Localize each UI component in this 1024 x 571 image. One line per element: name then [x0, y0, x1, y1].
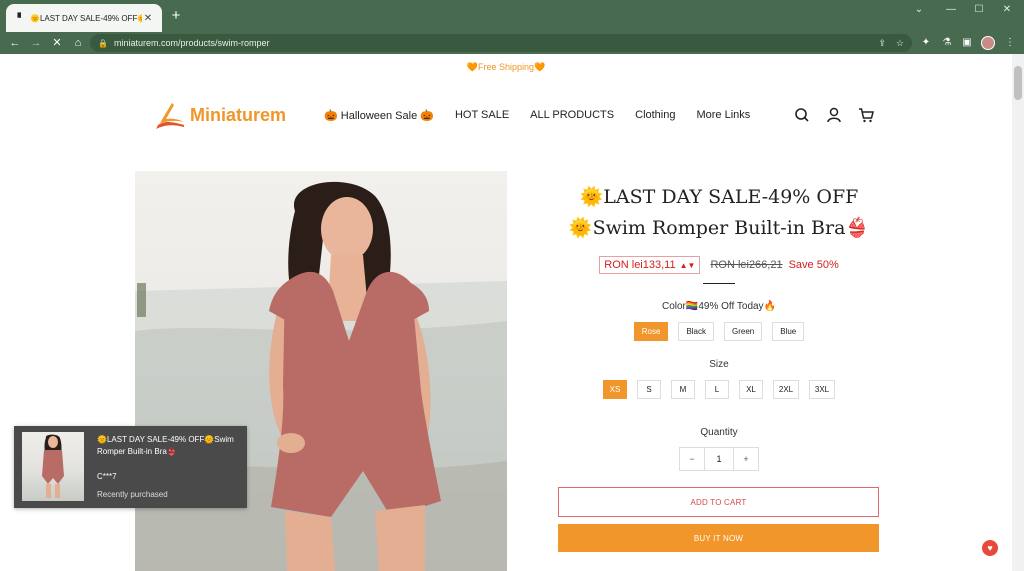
logo-text: Miniaturem: [190, 104, 287, 125]
quantity-input[interactable]: 1: [704, 448, 734, 470]
search-icon[interactable]: [793, 106, 811, 124]
sale-price-box[interactable]: RON lei133,11 ▲▼: [599, 256, 701, 274]
tab-close-icon[interactable]: ✕: [142, 13, 154, 24]
stop-loading-icon[interactable]: ✕: [49, 35, 65, 51]
bookmark-star-icon[interactable]: ☆: [896, 38, 904, 49]
popup-buyer: C***7: [97, 472, 117, 481]
extensions-puzzle-icon[interactable]: ✦: [918, 35, 934, 51]
minimize-button[interactable]: —: [938, 2, 964, 20]
currency-toggle-icon[interactable]: ▲▼: [680, 261, 696, 270]
recent-purchase-popup[interactable]: 🌞LAST DAY SALE-49% OFF🌞Swim Romper Built…: [14, 426, 247, 508]
quantity-stepper: − 1 +: [679, 447, 759, 471]
color-option-green[interactable]: Green: [724, 322, 763, 341]
nav-hot-sale[interactable]: HOT SALE: [455, 109, 509, 122]
size-option-l[interactable]: L: [705, 380, 729, 399]
side-panel-icon[interactable]: ▣: [959, 35, 975, 51]
popup-product-name: 🌞LAST DAY SALE-49% OFF🌞Swim Romper Built…: [97, 435, 234, 456]
cart-icon[interactable]: [857, 106, 875, 124]
color-option-blue[interactable]: Blue: [772, 322, 805, 341]
save-badge: Save 50%: [788, 259, 839, 271]
product-title-line1: 🌞LAST DAY SALE-49% OFF: [579, 186, 859, 208]
url-text: miniaturem.com/products/swim-romper: [113, 38, 270, 48]
product-title: 🌞LAST DAY SALE-49% OFF 🌞Swim Romper Buil…: [560, 182, 878, 244]
color-label: Color🏳️‍🌈49% Off Today🔥: [661, 301, 777, 312]
nav-clothing[interactable]: Clothing: [635, 109, 675, 122]
account-icon[interactable]: [825, 106, 843, 124]
scrollbar-thumb[interactable]: [1014, 66, 1022, 100]
new-tab-button[interactable]: +: [168, 8, 184, 24]
quantity-increase-button[interactable]: +: [734, 448, 758, 470]
nav-halloween-sale[interactable]: 🎃 Halloween Sale 🎃: [324, 109, 434, 122]
site-logo[interactable]: Miniaturem: [154, 98, 286, 132]
size-option-s[interactable]: S: [637, 380, 661, 399]
color-option-rose[interactable]: Rose: [633, 322, 669, 341]
color-options: Rose Black Green Blue: [560, 322, 878, 341]
popup-thumbnail-illustration: [42, 434, 64, 498]
browser-tab[interactable]: ▝ 🌞LAST DAY SALE-49% OFF🌞 ✕: [6, 4, 162, 32]
announcement-bar: 🧡Free Shipping🧡: [466, 62, 546, 72]
size-option-xl[interactable]: XL: [739, 380, 763, 399]
labs-flask-icon[interactable]: ⚗: [939, 35, 955, 51]
browser-tabstrip: ▝ 🌞LAST DAY SALE-49% OFF🌞 ✕ + ⌄ — ☐ ✕: [0, 0, 1024, 32]
site-favicon-icon: ▝: [14, 13, 21, 23]
share-icon[interactable]: ⇪: [878, 38, 886, 49]
size-label: Size: [709, 359, 729, 370]
price-divider: [703, 283, 735, 284]
quantity-label: Quantity: [700, 427, 738, 438]
profile-avatar[interactable]: [981, 36, 995, 50]
back-arrow-icon[interactable]: ←: [7, 35, 23, 51]
color-option-black[interactable]: Black: [678, 322, 714, 341]
tab-search-icon[interactable]: ⌄: [906, 2, 932, 20]
home-icon[interactable]: ⌂: [70, 35, 86, 51]
quantity-decrease-button[interactable]: −: [680, 448, 704, 470]
popup-product-thumbnail: [22, 432, 84, 501]
compare-price: RON lei266,21: [710, 259, 783, 271]
maximize-button[interactable]: ☐: [966, 2, 992, 20]
buy-now-button[interactable]: BUY IT NOW: [558, 524, 879, 552]
sale-price: RON lei133,11: [604, 259, 676, 271]
price-row: RON lei133,11 ▲▼ RON lei266,21 Save 50%: [560, 256, 878, 274]
product-image[interactable]: [135, 171, 507, 571]
add-to-cart-button[interactable]: ADD TO CART: [558, 487, 879, 517]
page-scrollbar[interactable]: [1012, 54, 1024, 571]
popup-status: Recently purchased: [97, 490, 168, 499]
forward-arrow-icon[interactable]: →: [28, 35, 44, 51]
main-nav: 🎃 Halloween Sale 🎃 HOT SALE ALL PRODUCTS…: [324, 109, 771, 122]
product-title-line2: 🌞Swim Romper Built-in Bra👙: [568, 217, 870, 239]
floating-gift-icon[interactable]: ♥: [982, 540, 998, 556]
webpage: 🧡Free Shipping🧡 Miniaturem 🎃 Halloween S…: [0, 54, 1012, 571]
tab-title: 🌞LAST DAY SALE-49% OFF🌞: [30, 13, 142, 23]
size-option-3xl[interactable]: 3XL: [809, 380, 835, 399]
model-photo-illustration: [135, 181, 507, 571]
window-close-button[interactable]: ✕: [994, 2, 1020, 20]
browser-toolbar: ← → ✕ ⌂ 🔒 miniaturem.com/products/swim-r…: [0, 32, 1024, 54]
logo-wave-icon: [156, 103, 184, 129]
nav-all-products[interactable]: ALL PRODUCTS: [530, 109, 614, 122]
size-option-2xl[interactable]: 2XL: [773, 380, 799, 399]
nav-more-links[interactable]: More Links: [696, 109, 750, 122]
lock-icon: 🔒: [98, 38, 108, 48]
size-option-m[interactable]: M: [671, 380, 695, 399]
size-options: XS S M L XL 2XL 3XL: [560, 380, 878, 399]
browser-menu-icon[interactable]: ⋮: [1002, 35, 1018, 51]
address-bar[interactable]: 🔒 miniaturem.com/products/swim-romper ⇪ …: [90, 34, 912, 52]
size-option-xs[interactable]: XS: [603, 380, 627, 399]
